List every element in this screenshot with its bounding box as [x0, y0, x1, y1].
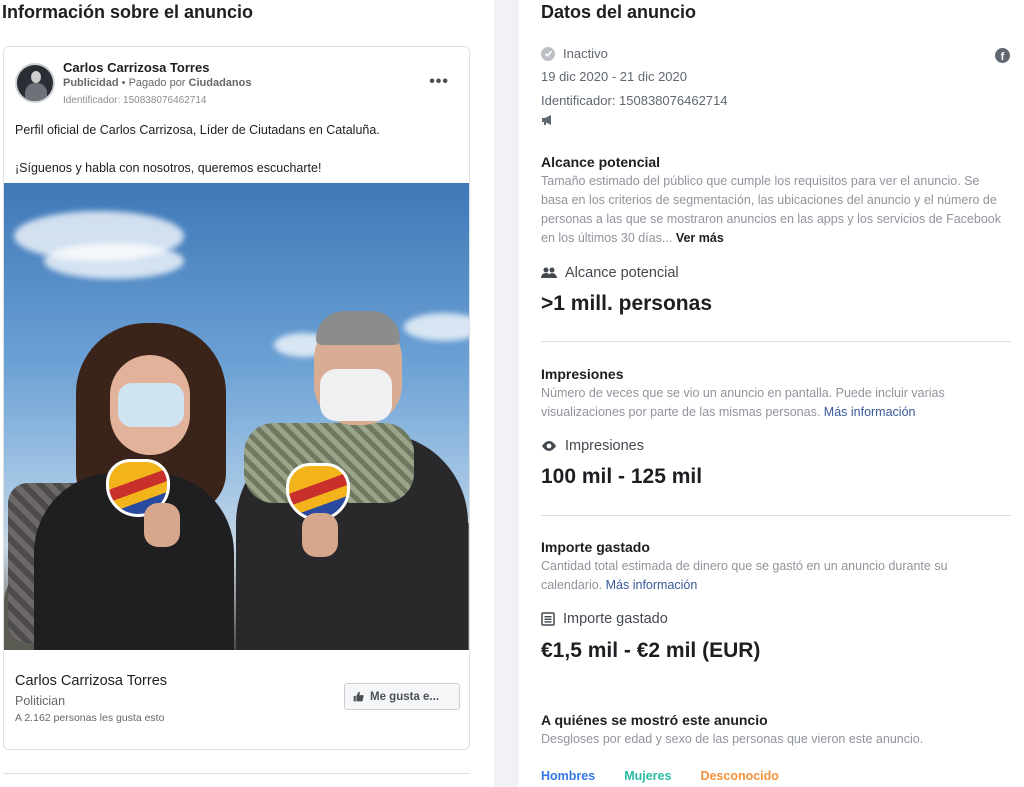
reach-value: >1 mill. personas — [541, 292, 712, 315]
ad-info-pane: Información sobre el anuncio Carlos Carr… — [0, 0, 494, 787]
more-options-icon[interactable]: ••• — [429, 73, 449, 91]
legend-men[interactable]: Hombres — [541, 769, 595, 783]
audience-description: Desgloses por edad y sexo de las persona… — [541, 732, 924, 746]
reach-description: Tamaño estimado del público que cumple l… — [541, 172, 1001, 248]
reach-desc-text: Tamaño estimado del público que cumple l… — [541, 174, 1001, 245]
legend-women[interactable]: Mujeres — [624, 769, 671, 783]
reach-label: Alcance potencial — [565, 265, 679, 281]
paid-by-prefix: • Pagado por — [118, 77, 189, 89]
ad-identifier: Identificador: 150838076462714 — [63, 95, 207, 106]
spend-more-info-link[interactable]: Más información — [606, 578, 698, 592]
check-icon — [541, 46, 555, 61]
ad-details-pane: Datos del anuncio Inactivo f 19 dic 2020… — [519, 0, 1024, 787]
impressions-metric-label: Impresiones — [541, 438, 644, 454]
receipt-icon — [541, 612, 555, 626]
sponsored-label: Publicidad — [63, 77, 119, 89]
spend-value: €1,5 mil - €2 mil (EUR) — [541, 639, 761, 662]
megaphone-icon — [542, 115, 551, 125]
ad-identifier-right: Identificador: 150838076462714 — [541, 93, 728, 108]
ad-body-text: Perfil oficial de Carlos Carrizosa, Líde… — [15, 121, 455, 178]
ad-image[interactable] — [4, 183, 469, 650]
divider — [541, 341, 1011, 342]
reach-title: Alcance potencial — [541, 154, 661, 170]
thumbs-up-icon — [353, 691, 364, 702]
eye-icon — [542, 441, 556, 451]
divider — [541, 515, 1011, 516]
spend-desc-text: Cantidad total estimada de dinero que se… — [541, 559, 948, 592]
ad-text-line-2: ¡Síguenos y habla con nosotros, queremos… — [15, 161, 322, 175]
see-more-link[interactable]: Ver más — [676, 231, 724, 245]
impressions-more-info-link[interactable]: Más información — [824, 405, 916, 419]
impressions-label: Impresiones — [565, 438, 644, 454]
ad-info-title: Información sobre el anuncio — [2, 2, 254, 22]
ad-text-line-1: Perfil oficial de Carlos Carrizosa, Líde… — [15, 123, 380, 137]
like-page-button[interactable]: Me gusta e... — [344, 683, 460, 710]
ad-status: Inactivo — [541, 46, 608, 61]
impressions-value: 100 mil - 125 mil — [541, 465, 703, 488]
spend-metric-label: Importe gastado — [541, 611, 668, 627]
paid-by-name[interactable]: Ciudadanos — [189, 77, 252, 89]
status-label: Inactivo — [563, 46, 608, 61]
impressions-title: Impresiones — [541, 366, 624, 382]
ad-author[interactable]: Carlos Carrizosa Torres — [63, 60, 209, 75]
page-category: Politician — [15, 694, 66, 708]
ad-date-range: 19 dic 2020 - 21 dic 2020 — [541, 69, 687, 84]
ad-details-title: Datos del anuncio — [541, 2, 697, 22]
gender-legend: Hombres Mujeres Desconocido — [541, 769, 779, 783]
spend-description: Cantidad total estimada de dinero que se… — [541, 557, 1001, 595]
spend-label: Importe gastado — [563, 611, 668, 627]
people-icon — [541, 267, 557, 278]
spend-title: Importe gastado — [541, 539, 650, 555]
facebook-icon: f — [995, 48, 1010, 63]
avatar[interactable] — [15, 63, 55, 103]
divider — [3, 773, 470, 774]
audience-title: A quiénes se mostró este anuncio — [541, 712, 768, 728]
ad-preview-card: Carlos Carrizosa Torres Publicidad • Pag… — [3, 46, 470, 750]
like-button-label: Me gusta e... — [370, 690, 440, 703]
reach-metric-label: Alcance potencial — [541, 265, 679, 281]
legend-unknown[interactable]: Desconocido — [700, 769, 779, 783]
page-name[interactable]: Carlos Carrizosa Torres — [15, 673, 167, 689]
ad-meta: Publicidad • Pagado por Ciudadanos — [63, 77, 251, 89]
page-likes-count: A 2.162 personas les gusta esto — [15, 712, 165, 724]
pane-separator — [494, 0, 519, 787]
impressions-description: Número de veces que se vio un anuncio en… — [541, 384, 1001, 422]
